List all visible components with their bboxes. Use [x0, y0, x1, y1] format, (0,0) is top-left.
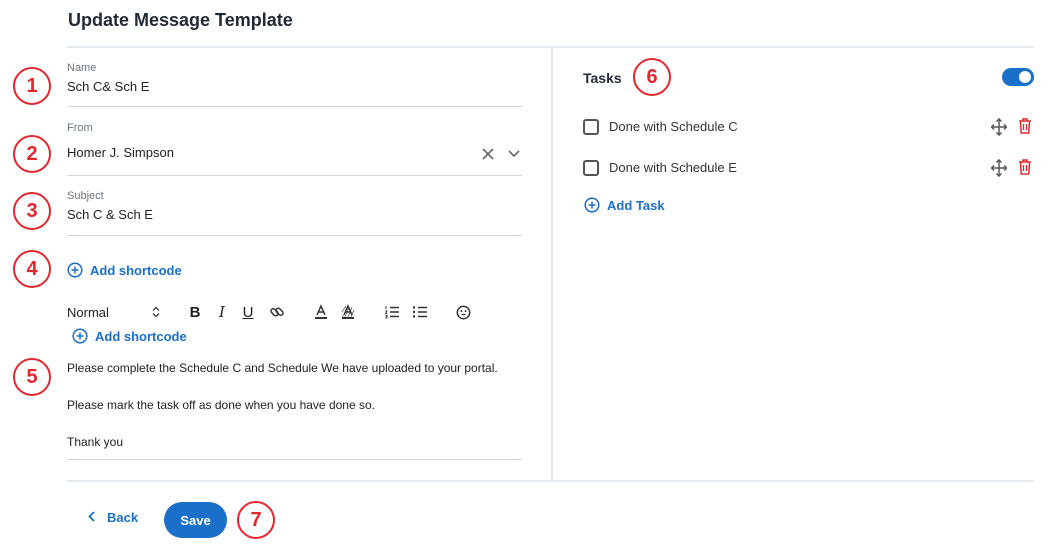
- format-select[interactable]: Normal: [67, 302, 109, 322]
- message-body-editor[interactable]: Please complete the Schedule C and Sched…: [67, 360, 522, 460]
- move-icon[interactable]: [990, 117, 1008, 141]
- subject-label: Subject: [67, 190, 104, 202]
- editor-toolbar: Normal B I U: [67, 302, 487, 322]
- add-task-button[interactable]: Add Task: [584, 197, 665, 213]
- name-label: Name: [67, 62, 97, 74]
- clear-icon[interactable]: [482, 148, 494, 160]
- plus-circle-icon: [584, 197, 600, 213]
- save-button[interactable]: Save: [164, 502, 227, 538]
- back-label: Back: [107, 510, 139, 525]
- chevron-down-icon[interactable]: [508, 150, 520, 158]
- format-select-caret-icon[interactable]: [151, 302, 161, 322]
- annotation-marker: 4: [13, 250, 51, 288]
- emoji-icon[interactable]: [454, 302, 472, 322]
- plus-circle-icon: [72, 328, 88, 344]
- background-color-icon[interactable]: [339, 302, 357, 322]
- editor-add-shortcode-label: Add shortcode: [95, 328, 187, 344]
- toggle-knob: [1019, 71, 1031, 83]
- move-icon[interactable]: [990, 158, 1008, 182]
- task-item: Done with Schedule C: [583, 117, 1035, 139]
- annotation-marker: 2: [13, 135, 51, 173]
- column-divider: [551, 48, 553, 480]
- message-paragraph: Please complete the Schedule C and Sched…: [67, 361, 498, 375]
- name-field[interactable]: Name Sch C& Sch E: [67, 62, 522, 107]
- link-icon[interactable]: [268, 302, 286, 322]
- bullet-list-icon[interactable]: [411, 302, 429, 322]
- subject-field[interactable]: Subject Sch C & Sch E: [67, 190, 522, 236]
- back-button[interactable]: Back: [88, 510, 138, 525]
- annotation-marker: 1: [13, 67, 51, 105]
- annotation-marker: 6: [633, 58, 671, 96]
- plus-circle-icon: [67, 262, 83, 278]
- text-color-icon[interactable]: [312, 302, 330, 322]
- annotation-marker: 5: [13, 358, 51, 396]
- add-task-label: Add Task: [607, 197, 665, 213]
- ordered-list-icon[interactable]: [383, 302, 401, 322]
- editor-add-shortcode-button[interactable]: Add shortcode: [72, 328, 187, 344]
- add-shortcode-label: Add shortcode: [90, 262, 182, 278]
- add-shortcode-button[interactable]: Add shortcode: [67, 262, 182, 278]
- delete-icon[interactable]: [1018, 118, 1032, 139]
- task-label: Done with Schedule C: [609, 119, 738, 134]
- tasks-title: Tasks: [583, 70, 622, 86]
- underline-button[interactable]: U: [240, 302, 256, 322]
- annotation-marker: 3: [13, 192, 51, 230]
- message-paragraph: Thank you: [67, 435, 124, 449]
- italic-button[interactable]: I: [214, 302, 230, 322]
- task-checkbox[interactable]: [583, 160, 599, 176]
- footer-divider: [67, 480, 1034, 482]
- bold-button[interactable]: B: [187, 302, 203, 322]
- task-label: Done with Schedule E: [609, 160, 737, 175]
- annotation-marker: 7: [237, 501, 275, 539]
- message-paragraph: Please mark the task off as done when yo…: [67, 398, 375, 412]
- from-label: From: [67, 122, 93, 134]
- name-input[interactable]: Sch C& Sch E: [67, 79, 522, 94]
- from-select[interactable]: From Homer J. Simpson: [67, 122, 522, 176]
- subject-input[interactable]: Sch C & Sch E: [67, 207, 522, 222]
- from-value[interactable]: Homer J. Simpson: [67, 145, 522, 160]
- chevron-left-icon: [88, 510, 95, 525]
- task-checkbox[interactable]: [583, 119, 599, 135]
- task-item: Done with Schedule E: [583, 158, 1035, 180]
- delete-icon[interactable]: [1018, 159, 1032, 180]
- page-title: Update Message Template: [68, 10, 293, 30]
- tasks-toggle[interactable]: [1002, 68, 1034, 86]
